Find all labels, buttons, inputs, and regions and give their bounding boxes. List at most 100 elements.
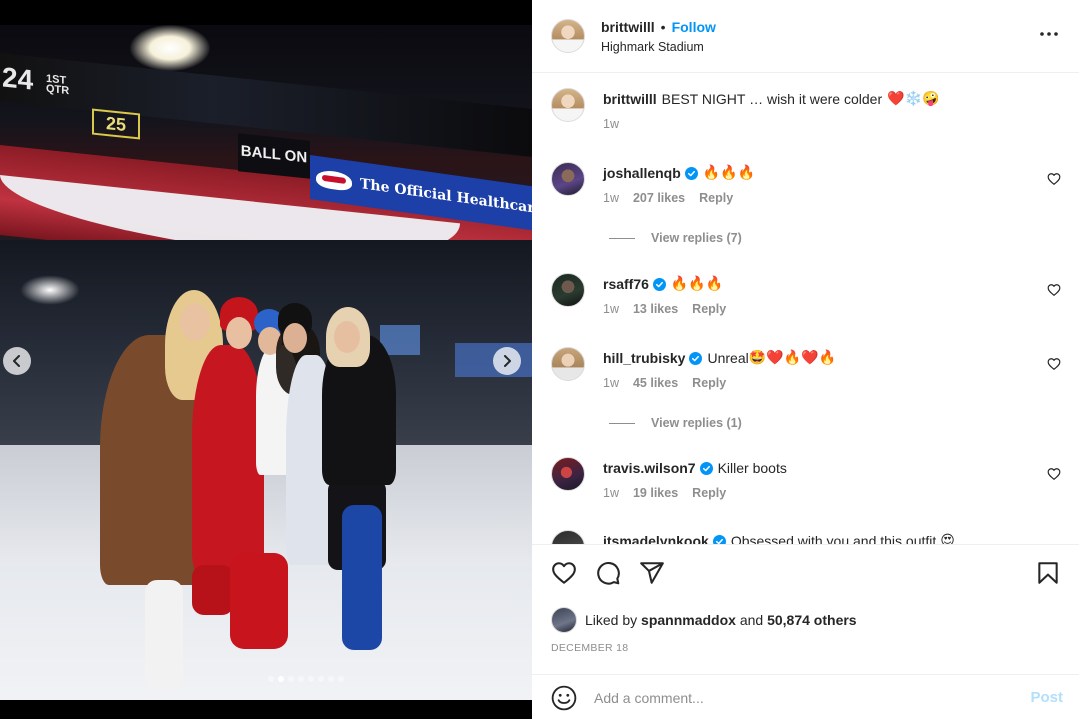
chevron-left-icon	[13, 355, 20, 367]
comment-username[interactable]: hill_trubisky	[603, 349, 685, 367]
verified-icon	[689, 351, 703, 365]
comment-reply-button[interactable]: Reply	[692, 302, 726, 316]
author-avatar[interactable]	[551, 19, 585, 53]
comment-meta: 1w 19 likes Reply	[603, 486, 787, 500]
comment-time[interactable]: 1w	[603, 191, 619, 205]
bills-logo	[316, 168, 352, 192]
caption-meta: 1w	[603, 117, 939, 131]
comment-reply-button[interactable]: Reply	[692, 376, 726, 390]
view-replies-label: View replies (1)	[651, 416, 742, 430]
carousel-dot	[288, 676, 294, 682]
header-text: brittwilll • Follow Highmark Stadium	[601, 19, 716, 54]
comment-body: travis.wilson7 Killer boots 1w 19 likes …	[603, 457, 787, 500]
scoreboard-quarter: 1ST QTR	[46, 73, 69, 97]
chevron-right-icon	[504, 355, 511, 367]
liked-by: Liked by spannmaddox and 50,874 others	[551, 607, 857, 633]
post-header: brittwilll • Follow Highmark Stadium	[532, 0, 1079, 73]
comment-username[interactable]: travis.wilson7	[603, 459, 696, 477]
post-button[interactable]: Post	[1030, 689, 1063, 706]
comment-avatar[interactable]	[551, 347, 585, 381]
comment-like-heart-icon[interactable]	[1047, 283, 1061, 297]
person-2-coat	[192, 345, 264, 575]
caption-avatar[interactable]	[551, 88, 585, 122]
heart-icon[interactable]	[551, 560, 577, 586]
person-2-face	[226, 317, 252, 349]
follow-button[interactable]: Follow	[672, 19, 716, 35]
caption-time[interactable]: 1w	[603, 117, 619, 131]
share-icon[interactable]	[639, 560, 665, 586]
post-sidebar: brittwilll • Follow Highmark Stadium bri…	[532, 0, 1079, 719]
author-username[interactable]: brittwilll	[601, 19, 655, 35]
comment-meta: 1w 45 likes Reply	[603, 376, 836, 390]
liked-by-others[interactable]: 50,874 others	[767, 612, 857, 628]
comment-likes[interactable]: 207 likes	[633, 191, 685, 205]
person-2-boot	[230, 553, 288, 649]
comments-list[interactable]: brittwilll BEST NIGHT … wish it were col…	[532, 74, 1079, 544]
liked-by-avatar[interactable]	[551, 607, 577, 633]
person-4-face	[283, 323, 307, 353]
comment-line: hill_trubisky Unreal 🤩❤️🔥❤️🔥	[603, 349, 836, 367]
comment-likes[interactable]: 13 likes	[633, 302, 678, 316]
comment-avatar[interactable]	[551, 457, 585, 491]
carousel-prev-button[interactable]	[3, 347, 31, 375]
comment-item: itsmadelynkook Obsessed with you and thi…	[551, 530, 1061, 544]
comment-username[interactable]: joshallenqb	[603, 164, 681, 182]
caption-username[interactable]: brittwilll	[603, 90, 657, 108]
person-1-boot	[145, 580, 183, 690]
comment-body: hill_trubisky Unreal 🤩❤️🔥❤️🔥 1w 45 likes…	[603, 347, 836, 390]
comment-input[interactable]	[594, 689, 994, 706]
comment-likes[interactable]: 19 likes	[633, 486, 678, 500]
comment-emoji: 🔥🔥🔥	[702, 165, 756, 181]
post-date[interactable]: DECEMBER 18	[551, 642, 628, 654]
comment-time[interactable]: 1w	[603, 376, 619, 390]
post-location[interactable]: Highmark Stadium	[601, 40, 716, 54]
carousel-dot	[318, 676, 324, 682]
comment-username[interactable]: itsmadelynkook	[603, 532, 709, 544]
bookmark-icon[interactable]	[1035, 560, 1061, 586]
emoji-icon[interactable]	[551, 685, 577, 711]
scoreboard-score: 24	[2, 61, 34, 96]
comment-like-heart-icon[interactable]	[1047, 357, 1061, 371]
comment-like-heart-icon[interactable]	[1047, 467, 1061, 481]
post-media: 24 1ST QTR 25 BALL ON The Official Healt…	[0, 0, 532, 719]
comment-item: joshallenqb 🔥🔥🔥 1w 207 likes Reply	[551, 162, 1061, 205]
comment-reply-button[interactable]: Reply	[692, 486, 726, 500]
carousel-next-button[interactable]	[493, 347, 521, 375]
comment-likes[interactable]: 45 likes	[633, 376, 678, 390]
caption-body: brittwilll BEST NIGHT … wish it were col…	[603, 88, 939, 131]
comment-avatar[interactable]	[551, 273, 585, 307]
comment-icon[interactable]	[595, 560, 621, 586]
carousel-dot	[278, 676, 284, 682]
stadium-light	[130, 25, 210, 71]
person-5-face	[334, 321, 360, 353]
comment-like-heart-icon[interactable]	[1047, 172, 1061, 186]
more-icon	[1040, 32, 1058, 36]
verified-icon	[699, 461, 713, 475]
comment-reply-button[interactable]: Reply	[699, 191, 733, 205]
header-row: brittwilll • Follow	[601, 19, 716, 35]
comment-time[interactable]: 1w	[603, 302, 619, 316]
view-replies-button[interactable]: View replies (7)	[609, 231, 742, 245]
comment-avatar[interactable]	[551, 162, 585, 196]
window-light	[20, 275, 80, 305]
view-replies-button[interactable]: View replies (1)	[609, 416, 742, 430]
carousel-dot	[268, 676, 274, 682]
comment-body: joshallenqb 🔥🔥🔥 1w 207 likes Reply	[603, 162, 755, 205]
comment-avatar[interactable]	[551, 530, 585, 544]
comment-text: Obsessed with you and this outfit	[730, 533, 937, 544]
person-1-face	[180, 303, 210, 341]
person-5-boot	[342, 505, 382, 650]
caption-emoji: ❤️❄️🤪	[887, 91, 940, 107]
comment-time[interactable]: 1w	[603, 486, 619, 500]
header-separator: •	[660, 18, 666, 35]
comment-username[interactable]: rsaff76	[603, 275, 649, 293]
comment-body: rsaff76 🔥🔥🔥 1w 13 likes Reply	[603, 273, 726, 316]
post-photo[interactable]: 24 1ST QTR 25 BALL ON The Official Healt…	[0, 25, 532, 700]
post-caption: brittwilll BEST NIGHT … wish it were col…	[551, 88, 939, 131]
comment-item: rsaff76 🔥🔥🔥 1w 13 likes Reply	[551, 273, 1061, 316]
comment-meta: 1w 13 likes Reply	[603, 302, 726, 316]
carousel-dot	[298, 676, 304, 682]
liked-by-user[interactable]: spannmaddox	[641, 612, 736, 628]
caption-line: brittwilll BEST NIGHT … wish it were col…	[603, 90, 939, 108]
more-options-button[interactable]	[1037, 22, 1061, 46]
